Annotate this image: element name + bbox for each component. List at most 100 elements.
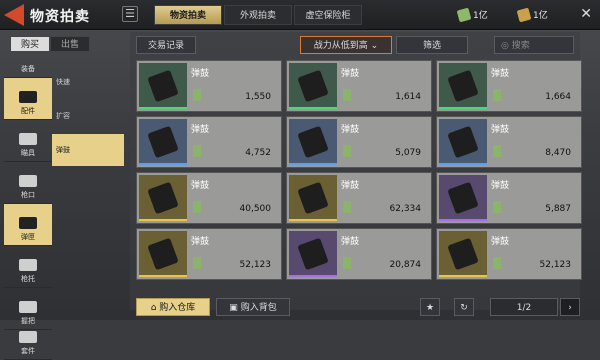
kit-icon xyxy=(19,331,37,343)
item-image xyxy=(439,119,487,165)
nav-item-muzzle[interactable]: 枪口 xyxy=(4,162,52,204)
item-price: 5,887 xyxy=(545,204,571,214)
next-page-button[interactable]: › xyxy=(560,298,580,316)
drum-magazine-icon xyxy=(447,181,479,215)
rarity-bar xyxy=(139,163,187,165)
nav-label: 瞄具 xyxy=(21,149,35,157)
category-nav: 装备 配件 瞄具 枪口 弹匣 枪托 握把 套件 xyxy=(4,58,52,360)
nav-label: 弹匣 xyxy=(21,233,35,241)
item-price: 1,664 xyxy=(545,92,571,102)
currency-icon xyxy=(493,257,501,269)
menu-icon[interactable]: ☰ xyxy=(122,6,138,22)
subcategory-drum[interactable]: 弹鼓 xyxy=(52,134,124,166)
item-image xyxy=(289,63,337,109)
drum-magazine-icon xyxy=(297,69,329,103)
nav-label: 装备 xyxy=(21,65,35,73)
nav-item-magazine[interactable]: 弹匣 xyxy=(4,204,52,246)
item-price: 5,079 xyxy=(395,148,421,158)
item-card[interactable]: 弹鼓 5,887 xyxy=(436,172,582,224)
item-card[interactable]: 弹鼓 52,123 xyxy=(436,228,582,280)
filter-button[interactable]: 筛选 xyxy=(396,36,468,54)
currency-icon xyxy=(193,257,201,269)
item-card[interactable]: 弹鼓 20,874 xyxy=(286,228,432,280)
sort-dropdown[interactable]: 战力从低到高 ⌄ xyxy=(300,36,392,54)
item-image xyxy=(289,231,337,277)
star-icon: ★ xyxy=(425,303,435,313)
item-name: 弹鼓 xyxy=(341,125,360,135)
currency-icon xyxy=(493,145,501,157)
nav-label: 套件 xyxy=(21,347,35,355)
item-price: 20,874 xyxy=(389,260,422,270)
buy-to-storage-button[interactable]: ⌂ 购入仓库 xyxy=(136,298,210,316)
item-image xyxy=(439,231,487,277)
subcategory-label: 扩容 xyxy=(56,112,70,120)
item-name: 弹鼓 xyxy=(191,237,210,247)
item-name: 弹鼓 xyxy=(491,69,510,79)
item-card[interactable]: 弹鼓 4,752 xyxy=(136,116,282,168)
buy-to-backpack-label: 购入背包 xyxy=(240,303,277,313)
item-name: 弹鼓 xyxy=(491,125,510,135)
buy-tab[interactable]: 购买 xyxy=(10,36,50,52)
nav-item-kit[interactable]: 套件 xyxy=(4,330,52,360)
sell-tab[interactable]: 出售 xyxy=(50,36,90,52)
drum-magazine-icon xyxy=(147,69,179,103)
subcategory-extended[interactable]: 扩容 xyxy=(52,100,124,132)
currency-green-value: 1亿 xyxy=(473,11,488,21)
magazine-icon xyxy=(19,217,37,229)
item-card[interactable]: 弹鼓 1,550 xyxy=(136,60,282,112)
item-name: 弹鼓 xyxy=(191,69,210,79)
search-placeholder: 搜索 xyxy=(511,41,530,51)
buy-sell-toggle: 购买 出售 xyxy=(10,36,90,52)
drum-magazine-icon xyxy=(147,125,179,159)
item-card[interactable]: 弹鼓 5,079 xyxy=(286,116,432,168)
nav-item-attachments[interactable]: 配件 xyxy=(4,78,52,120)
drum-magazine-icon xyxy=(447,237,479,271)
rarity-bar xyxy=(289,163,337,165)
grip-icon xyxy=(19,301,37,313)
nav-item-grip[interactable]: 握把 xyxy=(4,288,52,330)
item-image xyxy=(139,175,187,221)
close-icon[interactable]: ✕ xyxy=(580,6,592,22)
item-card[interactable]: 弹鼓 1,664 xyxy=(436,60,582,112)
sort-label: 战力从低到高 xyxy=(313,41,368,51)
buy-to-backpack-button[interactable]: ▣ 购入背包 xyxy=(216,298,290,316)
item-card[interactable]: 弹鼓 1,614 xyxy=(286,60,432,112)
page-number: 1/2 xyxy=(516,303,532,313)
nav-label: 配件 xyxy=(21,107,35,115)
item-card[interactable]: 弹鼓 62,334 xyxy=(286,172,432,224)
history-button[interactable]: 交易记录 xyxy=(136,36,196,54)
drum-magazine-icon xyxy=(447,125,479,159)
nav-item-scope[interactable]: 瞄具 xyxy=(4,120,52,162)
item-image xyxy=(139,119,187,165)
favorite-button[interactable]: ★ xyxy=(420,298,440,316)
tab-bar: 物资拍卖 外观拍卖 虚空保险柜 xyxy=(154,5,362,25)
currency-icon xyxy=(493,89,501,101)
item-image xyxy=(289,119,337,165)
back-icon[interactable] xyxy=(4,4,24,26)
currency-icon xyxy=(193,201,201,213)
item-price: 1,550 xyxy=(245,92,271,102)
tab-skin-auction[interactable]: 外观拍卖 xyxy=(224,5,292,25)
rarity-bar xyxy=(289,275,337,277)
item-card[interactable]: 弹鼓 40,500 xyxy=(136,172,282,224)
item-card[interactable]: 弹鼓 52,123 xyxy=(136,228,282,280)
drum-magazine-icon xyxy=(147,181,179,215)
currency-icon xyxy=(343,201,351,213)
search-input[interactable]: ◎ 搜索 xyxy=(494,36,574,54)
item-name: 弹鼓 xyxy=(341,181,360,191)
attachment-icon xyxy=(19,91,37,103)
nav-label: 枪口 xyxy=(21,191,35,199)
refresh-icon: ↻ xyxy=(460,303,468,313)
history-label: 交易记录 xyxy=(147,41,184,51)
search-icon: ◎ xyxy=(501,41,509,51)
subcategory-quick[interactable]: 快速 xyxy=(52,66,124,98)
item-price: 62,334 xyxy=(389,204,422,214)
item-price: 40,500 xyxy=(239,204,272,214)
nav-item-equipment[interactable]: 装备 xyxy=(4,58,52,78)
nav-item-stock[interactable]: 枪托 xyxy=(4,246,52,288)
tab-void-safe[interactable]: 虚空保险柜 xyxy=(294,5,362,25)
refresh-button[interactable]: ↻ xyxy=(454,298,474,316)
currency-gold-value: 1亿 xyxy=(533,11,548,21)
item-card[interactable]: 弹鼓 8,470 xyxy=(436,116,582,168)
tab-material-auction[interactable]: 物资拍卖 xyxy=(154,5,222,25)
